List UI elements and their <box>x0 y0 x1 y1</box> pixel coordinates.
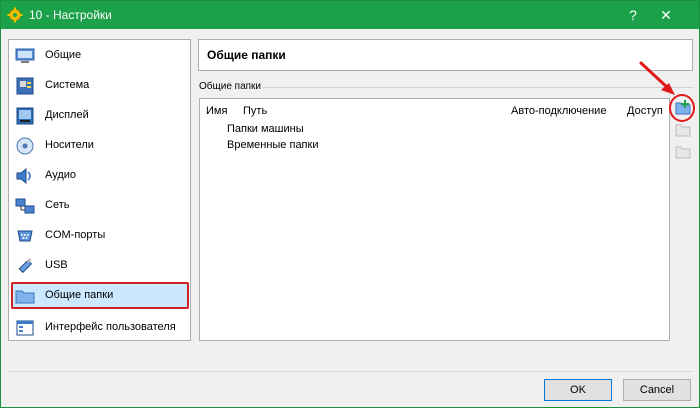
remove-folder-icon[interactable] <box>674 143 692 161</box>
sidebar-item-network[interactable]: Сеть <box>11 192 189 219</box>
column-header-access[interactable]: Доступ <box>627 105 663 117</box>
sidebar-item-label: USB <box>45 259 68 271</box>
column-header-path[interactable]: Путь <box>243 105 267 117</box>
group-label: Общие папки <box>199 81 262 92</box>
motherboard-icon <box>16 77 34 95</box>
sidebar-item-system[interactable]: Система <box>11 72 189 99</box>
page-title: Общие папки <box>207 48 286 62</box>
group-divider <box>263 87 693 88</box>
sidebar-item-label: Сеть <box>45 199 70 211</box>
sidebar-item-user-interface[interactable]: Интерфейс пользователя <box>11 314 189 341</box>
sidebar-item-label: Система <box>45 79 90 91</box>
folder-icon <box>15 290 35 304</box>
window-title: 10 - Настройки <box>29 8 112 22</box>
serial-port-icon <box>17 230 33 242</box>
monitor-icon <box>15 48 35 63</box>
window-icon <box>16 320 34 336</box>
cancel-button[interactable]: Cancel <box>623 379 691 401</box>
sidebar-item-label: COM-порты <box>45 229 106 241</box>
ok-button[interactable]: OK <box>544 379 612 401</box>
sidebar-item-general[interactable]: Общие <box>11 42 189 69</box>
settings-category-list: Общие Система Дисплей Носители Аудио Сет… <box>8 39 191 341</box>
usb-icon <box>18 258 33 274</box>
sidebar-item-label: Общие папки <box>45 289 114 301</box>
sidebar-item-label: Носители <box>45 139 94 151</box>
speaker-icon <box>16 167 31 185</box>
network-icon <box>15 198 35 214</box>
sidebar-item-shared-folders[interactable]: Общие папки <box>11 282 189 309</box>
red-arrow-annotation <box>639 61 675 95</box>
sidebar-item-storage[interactable]: Носители <box>11 132 189 159</box>
sidebar-item-label: Интерфейс пользователя <box>45 321 176 333</box>
sidebar-item-display[interactable]: Дисплей <box>11 102 189 129</box>
close-button[interactable]: ✕ <box>655 5 677 25</box>
sidebar-item-label: Дисплей <box>45 109 89 121</box>
sidebar-item-audio[interactable]: Аудио <box>11 162 189 189</box>
column-header-name[interactable]: Имя <box>206 105 227 117</box>
table-row-machine-folders[interactable]: Папки машины <box>227 123 304 135</box>
sidebar-item-label: Аудио <box>45 169 77 181</box>
display-icon <box>16 107 34 125</box>
gear-icon <box>7 7 23 23</box>
column-header-auto-mount[interactable]: Авто-подключение <box>511 105 606 117</box>
settings-window: 10 - Настройки ? ✕ Общие Система Дисплей… <box>0 0 700 408</box>
sidebar-item-usb[interactable]: USB <box>11 252 189 279</box>
shared-folders-table[interactable]: Имя Путь Авто-подключение Доступ Папки м… <box>199 98 670 341</box>
page-header: Общие папки <box>198 39 693 71</box>
table-row-transient-folders[interactable]: Временные папки <box>227 139 318 151</box>
footer-divider <box>8 371 693 372</box>
storage-icon <box>16 137 34 155</box>
sidebar-item-com-ports[interactable]: COM-порты <box>11 222 189 249</box>
title-bar: 10 - Настройки ? ✕ <box>1 1 699 29</box>
edit-folder-icon[interactable] <box>674 121 692 139</box>
help-button[interactable]: ? <box>623 6 643 24</box>
sidebar-item-label: Общие <box>45 49 82 61</box>
